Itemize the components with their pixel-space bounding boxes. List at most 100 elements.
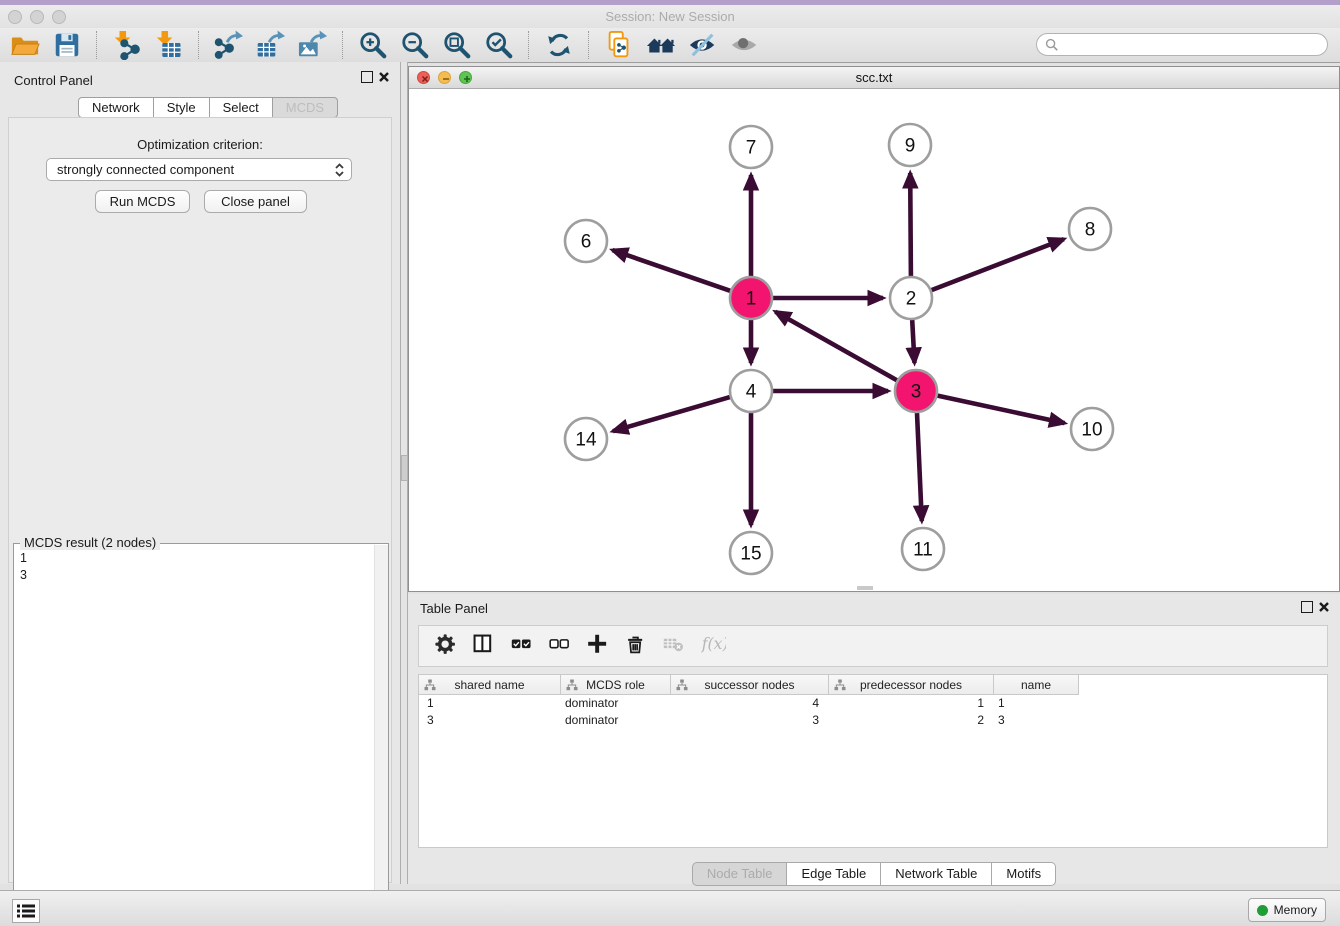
table-cell[interactable]: 3 [994,712,1079,729]
search-field[interactable] [1036,33,1328,56]
table-cell[interactable]: 1 [829,695,994,712]
close-table-panel-icon[interactable] [1318,601,1330,613]
tab-style[interactable]: Style [154,97,210,118]
canvas-scroll-handle[interactable] [857,586,873,590]
svg-text:3: 3 [911,382,922,403]
tab-network[interactable]: Network [78,97,154,118]
graph-edge-2-3[interactable] [912,320,914,363]
add-column-button[interactable] [581,631,617,661]
table-cell[interactable]: 3 [419,712,561,729]
close-panel-button[interactable]: Close panel [204,190,307,213]
table-row[interactable]: 1dominator411 [419,695,1327,712]
table-cell[interactable]: dominator [561,695,671,712]
homes-icon [646,30,676,60]
graph-edge-2-8[interactable] [932,239,1064,290]
zoom-check-icon [484,30,514,60]
graph-node-3[interactable]: 3 [895,370,937,412]
close-panel-icon[interactable] [378,71,390,83]
zoom-in-button[interactable] [355,29,391,61]
result-scrollbar[interactable] [374,545,388,918]
export-image-button[interactable] [295,29,331,61]
column-header-predecessor-nodes[interactable]: predecessor nodes [829,675,994,695]
graph-node-14[interactable]: 14 [565,418,607,460]
table-cell[interactable]: 1 [994,695,1079,712]
graph-node-4[interactable]: 4 [730,370,772,412]
titlebar[interactable]: Session: New Session [0,5,1340,28]
table-cell[interactable]: 3 [671,712,829,729]
table-header-row: shared name MCDS role successor nodes pr… [419,675,1327,695]
open-session-button[interactable] [7,29,43,61]
table-settings-button[interactable] [429,631,465,661]
float-panel-icon[interactable] [361,71,373,83]
column-header-successor-nodes[interactable]: successor nodes [671,675,829,695]
svg-text:8: 8 [1085,220,1096,241]
tab-edge-table[interactable]: Edge Table [787,862,881,886]
zoom-out-button[interactable] [397,29,433,61]
refresh-layout-button[interactable] [541,29,577,61]
svg-text:6: 6 [581,232,592,253]
unselect-all-columns-button[interactable] [543,631,579,661]
toggle-columns-button[interactable] [467,631,503,661]
graph-node-10[interactable]: 10 [1071,408,1113,450]
graph-node-6[interactable]: 6 [565,220,607,262]
graph-edge-3-1[interactable] [775,312,896,381]
table-body: 1dominator4113dominator323 [419,695,1327,729]
table-row[interactable]: 3dominator323 [419,712,1327,729]
run-mcds-button[interactable]: Run MCDS [95,190,190,213]
graph-edge-3-11[interactable] [917,413,922,521]
status-menu-button[interactable] [12,899,40,923]
delete-column-button[interactable] [619,631,655,661]
criterion-value: strongly connected component [57,162,332,177]
select-all-columns-button[interactable] [505,631,541,661]
first-neighbors-button[interactable] [643,29,679,61]
search-input[interactable] [1059,35,1319,55]
table-cell[interactable]: 4 [671,695,829,712]
zoom-fit-button[interactable] [439,29,475,61]
graph-node-8[interactable]: 8 [1069,208,1111,250]
graph-edge-1-6[interactable] [613,250,731,291]
table-panel-tabs: Node TableEdge TableNetwork TableMotifs [408,862,1340,886]
criterion-dropdown[interactable]: strongly connected component [46,158,352,181]
column-header-name[interactable]: name [994,675,1079,695]
network-window-titlebar[interactable]: scc.txt [409,67,1339,89]
graph-edge-4-14[interactable] [613,397,730,431]
column-header-shared-name[interactable]: shared name [419,675,561,695]
hide-selected-button[interactable] [685,29,721,61]
tab-node-table[interactable]: Node Table [692,862,788,886]
tab-mcds[interactable]: MCDS [273,97,338,118]
graph-node-7[interactable]: 7 [730,126,772,168]
graph-node-15[interactable]: 15 [730,532,772,574]
network-canvas[interactable]: 7 9 6 8 1 2 4 3 14 10 15 11 [409,89,1339,591]
graph-node-2[interactable]: 2 [890,277,932,319]
graph-edge-3-10[interactable] [938,396,1065,424]
toolbar-separator [198,31,200,59]
save-session-button[interactable] [49,29,85,61]
float-table-panel-icon[interactable] [1301,601,1313,613]
tab-motifs[interactable]: Motifs [992,862,1056,886]
graph-edge-2-9[interactable] [910,173,911,276]
memory-button[interactable]: Memory [1248,898,1326,922]
table-cell[interactable]: 2 [829,712,994,729]
panel-divider-handle[interactable] [401,455,408,481]
hierarchy-icon [676,679,688,691]
export-table-button[interactable] [253,29,289,61]
window-title: Session: New Session [0,9,1340,24]
show-all-button[interactable] [727,29,763,61]
export-img-icon [298,30,328,60]
tab-network-table[interactable]: Network Table [881,862,992,886]
table-cell[interactable]: dominator [561,712,671,729]
new-network-from-selection-button[interactable] [601,29,637,61]
import-network-button[interactable] [109,29,145,61]
table-cell[interactable]: 1 [419,695,561,712]
search-icon [1045,38,1059,52]
zoom-selected-button[interactable] [481,29,517,61]
export-network-button[interactable] [211,29,247,61]
tab-select[interactable]: Select [210,97,273,118]
import-table-button[interactable] [151,29,187,61]
graph-node-1[interactable]: 1 [730,277,772,319]
column-header-MCDS-role[interactable]: MCDS role [561,675,671,695]
graph-node-11[interactable]: 11 [902,528,944,570]
table-toolbar: f(x) [418,625,1328,667]
graph-node-9[interactable]: 9 [889,124,931,166]
svg-text:9: 9 [905,136,916,157]
